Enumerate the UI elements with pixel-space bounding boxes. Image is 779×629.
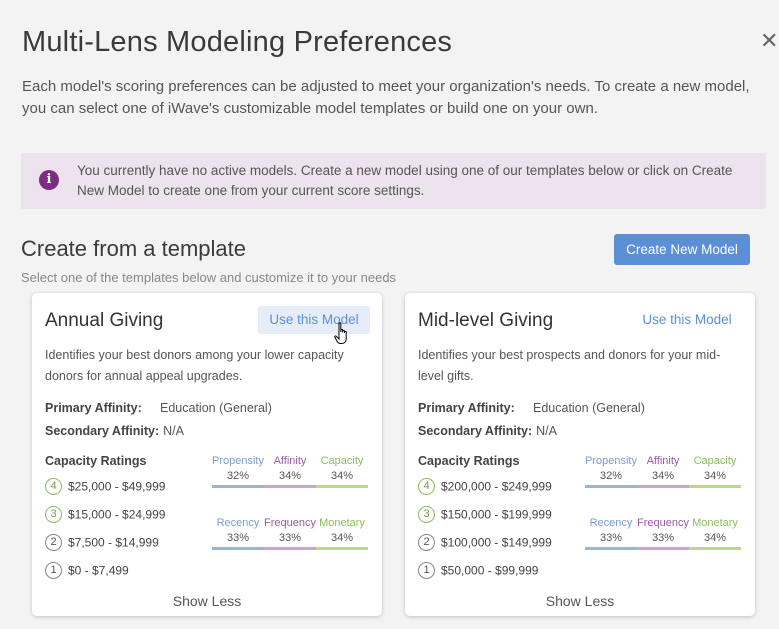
rating-range: $7,500 - $14,999 [68, 535, 159, 550]
rating-badge: 2 [418, 534, 435, 551]
secondary-affinity: Secondary Affinity: N/A [418, 424, 557, 438]
weight-affinity: Affinity 34% [264, 455, 316, 488]
rating-range: $15,000 - $24,999 [68, 507, 166, 522]
capacity-ratings-heading: Capacity Ratings [45, 454, 147, 468]
section-title: Create from a template [21, 236, 246, 261]
info-banner: i You currently have no active models. C… [21, 153, 766, 209]
show-less-link[interactable]: Show Less [405, 593, 755, 609]
weight-frequency: Frequency 33% [637, 517, 689, 550]
weight-capacity: Capacity 34% [316, 455, 368, 488]
rating-badge: 1 [418, 562, 435, 579]
secondary-affinity-value: N/A [163, 424, 184, 438]
secondary-affinity-label: Secondary Affinity: [418, 424, 533, 438]
primary-affinity-value: Education (General) [533, 401, 645, 415]
rating-range: $50,000 - $99,999 [441, 563, 539, 578]
capacity-rating-2: 2 $100,000 - $149,999 [418, 534, 552, 552]
primary-affinity-label: Primary Affinity: [418, 401, 515, 415]
weight-frequency: Frequency 33% [264, 517, 316, 550]
close-icon[interactable]: ✕ [760, 30, 778, 52]
capacity-ratings-heading: Capacity Ratings [418, 454, 520, 468]
primary-affinity-value: Education (General) [160, 401, 272, 415]
rating-badge: 4 [45, 478, 62, 495]
primary-affinity: Primary Affinity: Education (General) [418, 401, 645, 415]
weight-monetary: Monetary 34% [689, 517, 741, 550]
rating-range: $0 - $7,499 [68, 563, 129, 578]
capacity-rating-3: 3 $150,000 - $199,999 [418, 506, 552, 524]
template-card-annual-giving: Annual Giving Use this Model Identifies … [32, 293, 382, 616]
secondary-affinity-label: Secondary Affinity: [45, 424, 160, 438]
rating-range: $100,000 - $149,999 [441, 535, 552, 550]
info-icon: i [39, 170, 59, 190]
capacity-rating-1: 1 $0 - $7,499 [45, 562, 129, 580]
primary-affinity: Primary Affinity: Education (General) [45, 401, 272, 415]
show-less-link[interactable]: Show Less [32, 593, 382, 609]
page-title: Multi-Lens Modeling Preferences [22, 26, 453, 58]
template-card-mid-level-giving: Mid-level Giving Use this Model Identifi… [405, 293, 755, 616]
card-description: Identifies your best prospects and donor… [418, 348, 721, 383]
intro-text: Each model's scoring preferences can be … [22, 78, 750, 117]
weight-monetary: Monetary 34% [316, 517, 368, 550]
create-new-model-button[interactable]: Create New Model [614, 234, 750, 265]
banner-message: You currently have no active models. Cre… [77, 163, 733, 198]
capacity-rating-1: 1 $50,000 - $99,999 [418, 562, 538, 580]
use-this-model-button[interactable]: Use this Model [258, 306, 370, 334]
weight-propensity: Propensity 32% [212, 455, 264, 488]
rating-badge: 4 [418, 478, 435, 495]
secondary-affinity-value: N/A [536, 424, 557, 438]
rating-badge: 2 [45, 534, 62, 551]
capacity-rating-2: 2 $7,500 - $14,999 [45, 534, 159, 552]
rating-badge: 3 [418, 506, 435, 523]
rating-range: $200,000 - $249,999 [441, 479, 552, 494]
capacity-rating-4: 4 $200,000 - $249,999 [418, 478, 552, 496]
capacity-rating-4: 4 $25,000 - $49,999 [45, 478, 165, 496]
capacity-rating-3: 3 $15,000 - $24,999 [45, 506, 165, 524]
weight-capacity: Capacity 34% [689, 455, 741, 488]
card-title: Mid-level Giving [418, 310, 554, 331]
section-subtitle: Select one of the templates below and cu… [21, 270, 397, 285]
weight-propensity: Propensity 32% [585, 455, 637, 488]
rating-badge: 3 [45, 506, 62, 523]
hand-pointer-cursor-icon [334, 322, 347, 344]
weight-recency: Recency 33% [585, 517, 637, 550]
primary-affinity-label: Primary Affinity: [45, 401, 142, 415]
use-this-model-button[interactable]: Use this Model [631, 306, 743, 334]
rating-badge: 1 [45, 562, 62, 579]
weight-affinity: Affinity 34% [637, 455, 689, 488]
card-title: Annual Giving [45, 310, 164, 331]
rating-range: $25,000 - $49,999 [68, 479, 166, 494]
secondary-affinity: Secondary Affinity: N/A [45, 424, 184, 438]
rating-range: $150,000 - $199,999 [441, 507, 552, 522]
weight-recency: Recency 33% [212, 517, 264, 550]
card-description: Identifies your best donors among your l… [45, 348, 344, 383]
